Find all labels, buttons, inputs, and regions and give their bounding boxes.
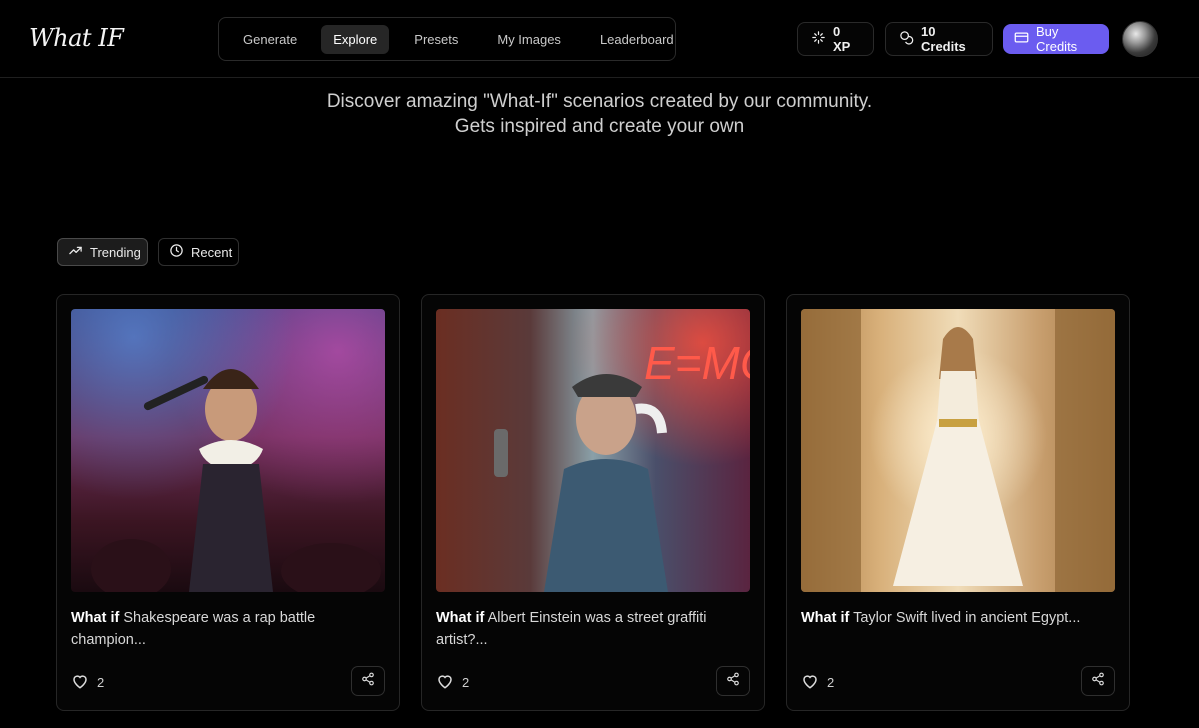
hero-line-2: Gets inspired and create your own: [454, 116, 745, 137]
heart-icon: [436, 672, 454, 693]
share-icon: [361, 672, 375, 691]
scenario-card[interactable]: E=MC What if Albert Einstein was a stree…: [421, 294, 765, 711]
nav-generate[interactable]: Generate: [231, 25, 309, 54]
share-button[interactable]: [351, 666, 385, 696]
xp-label: 0 XP: [833, 24, 851, 54]
share-icon: [1091, 672, 1105, 691]
hero-line-1: Discover amazing "What-If" scenarios cre…: [326, 91, 873, 112]
app-logo[interactable]: What IF: [29, 24, 124, 52]
filter-recent[interactable]: Recent: [158, 238, 239, 266]
filter-trending-label: Trending: [90, 244, 141, 260]
scenario-image[interactable]: [71, 309, 385, 592]
scenario-prefix: What if: [436, 610, 485, 626]
scenario-title: What if Taylor Swift lived in ancient Eg…: [801, 607, 1115, 629]
scenario-image[interactable]: [801, 309, 1115, 592]
buy-credits-button[interactable]: Buy Credits: [1003, 24, 1109, 54]
filter-trending[interactable]: Trending: [57, 238, 148, 266]
heart-icon: [801, 672, 819, 693]
buy-credits-label: Buy Credits: [1036, 24, 1078, 54]
trending-up-icon: [68, 243, 83, 261]
heart-icon: [71, 672, 89, 693]
scenario-text: Taylor Swift lived in ancient Egypt...: [853, 610, 1081, 626]
credits-button[interactable]: 10 Credits: [885, 22, 993, 56]
scenario-title: What if Shakespeare was a rap battle cha…: [71, 607, 385, 651]
like-button[interactable]: 2: [436, 672, 469, 693]
xp-button[interactable]: 0 XP: [797, 22, 874, 56]
scenario-title: What if Albert Einstein was a street gra…: [436, 607, 750, 651]
scenario-card[interactable]: What if Taylor Swift lived in ancient Eg…: [786, 294, 1130, 711]
clock-icon: [169, 243, 184, 261]
like-count: 2: [462, 675, 470, 690]
scenario-image[interactable]: E=MC: [436, 309, 750, 592]
share-button[interactable]: [716, 666, 750, 696]
like-button[interactable]: 2: [801, 672, 834, 693]
scenario-prefix: What if: [801, 610, 850, 626]
user-avatar[interactable]: [1122, 21, 1158, 57]
scenario-prefix: What if: [71, 610, 120, 626]
share-icon: [726, 672, 740, 691]
scenario-card[interactable]: What if Shakespeare was a rap battle cha…: [56, 294, 400, 711]
like-count: 2: [827, 675, 835, 690]
credit-card-icon: [1014, 30, 1029, 48]
main-nav: Generate Explore Presets My Images Leade…: [218, 17, 676, 61]
share-button[interactable]: [1081, 666, 1115, 696]
like-button[interactable]: 2: [71, 672, 104, 693]
credits-label: 10 Credits: [921, 24, 966, 54]
top-header: What IF Generate Explore Presets My Imag…: [0, 0, 1199, 78]
sparkle-icon: [811, 30, 826, 48]
filter-recent-label: Recent: [191, 244, 233, 260]
svg-text:E=MC: E=MC: [644, 337, 750, 389]
nav-explore[interactable]: Explore: [321, 24, 390, 54]
nav-leaderboard[interactable]: Leaderboard: [588, 25, 686, 54]
hero-subtitle: Discover amazing "What-If" scenarios cre…: [0, 89, 1199, 139]
like-count: 2: [97, 675, 105, 690]
nav-my-images[interactable]: My Images: [485, 25, 573, 54]
coins-icon: [899, 30, 914, 48]
nav-presets[interactable]: Presets: [402, 25, 470, 54]
